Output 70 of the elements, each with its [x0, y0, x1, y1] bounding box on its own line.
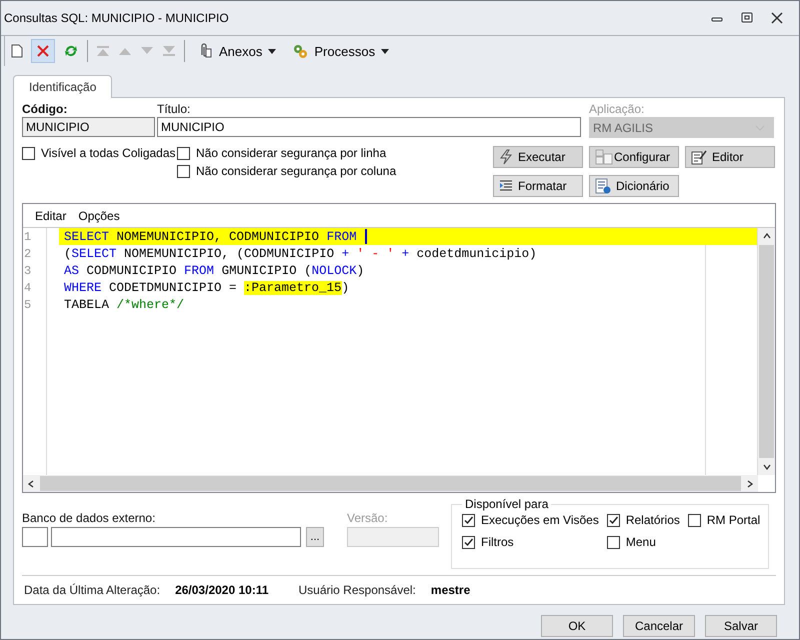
code-line: TABELA /*where*/ — [64, 298, 184, 312]
line-number: 4 — [23, 280, 32, 294]
checkmark-icon — [463, 536, 474, 548]
gears-icon — [292, 43, 308, 59]
scroll-up-icon[interactable] — [762, 233, 770, 239]
database-code-field[interactable] — [22, 527, 48, 548]
text-cursor — [364, 229, 367, 244]
refresh-icon[interactable] — [63, 43, 79, 59]
delete-icon[interactable] — [36, 44, 50, 58]
field-label: Aplicação: — [589, 102, 646, 116]
attachments-menu[interactable]: Anexos — [193, 43, 280, 59]
checkmark-icon — [608, 514, 619, 526]
user-value: mestre — [430, 583, 470, 597]
group-title: Disponível para — [464, 497, 550, 512]
dialog-button[interactable]: Salvar — [705, 615, 777, 637]
checkmark-icon — [463, 514, 474, 526]
checkbox-option[interactable]: RM Portal — [688, 513, 760, 528]
lightning-icon — [499, 149, 513, 165]
scroll-right-icon[interactable] — [747, 480, 753, 488]
edit-document-icon — [691, 149, 707, 165]
checkbox-option[interactable]: Visível a todas Coligadas — [22, 146, 177, 160]
field-label: Título: — [157, 102, 192, 116]
code-line: AS CODMUNICIPIO FROM GMUNICIPIO (NOLOCK) — [64, 264, 364, 278]
dialog-button[interactable]: OK — [541, 615, 613, 637]
checkbox-option[interactable]: Filtros — [462, 535, 599, 550]
layout-icon — [595, 149, 613, 165]
vertical-scrollbar[interactable] — [758, 228, 775, 476]
horizontal-scrollbar[interactable] — [23, 475, 758, 492]
database-field[interactable] — [51, 527, 301, 548]
menu-item[interactable]: Opções — [74, 206, 124, 225]
title-field[interactable]: MUNICIPIO — [157, 117, 581, 137]
processes-menu[interactable]: Processos — [288, 43, 394, 59]
action-button[interactable]: Formatar — [493, 175, 583, 197]
caret-icon — [268, 48, 276, 54]
action-button[interactable]: Configurar — [589, 146, 679, 168]
line-number: 2 — [23, 246, 32, 260]
code-field[interactable]: MUNICIPIO — [22, 117, 155, 137]
dictionary-icon — [595, 178, 611, 194]
dialog-button[interactable]: Cancelar — [623, 615, 695, 637]
field-label: Código: — [22, 102, 68, 116]
maximize-icon[interactable] — [741, 12, 753, 24]
action-button[interactable]: Dicionário — [589, 175, 679, 197]
scroll-left-icon[interactable] — [28, 480, 34, 488]
scroll-down-icon[interactable] — [762, 464, 770, 470]
close-icon[interactable] — [771, 12, 783, 24]
code-line: (SELECT NOMEMUNICIPIO, (CODMUNICIPIO + ' - ' + codetdmunicipio) — [64, 246, 537, 260]
caret-icon — [381, 48, 390, 54]
line-number: 1 — [23, 230, 32, 244]
line-number: 5 — [23, 298, 32, 312]
menu-item[interactable]: Editar — [31, 206, 70, 225]
new-document-icon[interactable] — [11, 44, 23, 58]
checkbox-option[interactable]: Relatórios — [606, 513, 680, 528]
checkbox-option[interactable]: Menu — [606, 535, 680, 550]
action-button[interactable]: Editor — [685, 146, 775, 168]
action-button[interactable]: Executar — [493, 146, 583, 168]
browse-button[interactable]: ... — [306, 527, 324, 548]
date-value: 26/03/2020 10:11 — [175, 583, 268, 597]
user-label: Usuário Responsável: — [298, 583, 416, 597]
checkbox-option[interactable]: Execuções em Visões — [462, 513, 599, 528]
field-label: Versão: — [347, 511, 389, 526]
checkbox-option[interactable]: Não considerar segurança por linha — [177, 146, 493, 160]
code-line: WHERE CODETDMUNICIPIO = :Parametro_15) — [64, 280, 350, 294]
date-label: Data da Última Alteração: — [24, 583, 160, 597]
indent-icon — [499, 180, 513, 192]
window-title: Consultas SQL: MUNICIPIO - MUNICIPIO — [4, 11, 229, 25]
code-line: SELECT NOMEMUNICIPIO, CODMUNICIPIO FROM — [64, 230, 357, 244]
checkbox-option[interactable]: Não considerar segurança por coluna — [177, 164, 493, 178]
field-label: Banco de dados externo: — [22, 511, 156, 526]
tab[interactable]: Identificação — [13, 75, 112, 98]
line-number: 3 — [23, 264, 32, 278]
